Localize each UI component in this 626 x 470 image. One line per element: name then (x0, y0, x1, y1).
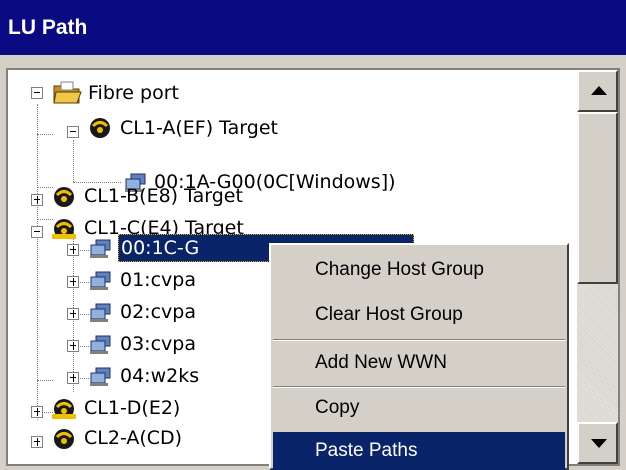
menu-item-add-new-wwn[interactable]: Add New WWN (273, 344, 565, 382)
host-group-icon (90, 367, 111, 386)
expand-toggle[interactable] (67, 244, 79, 256)
port-icon (54, 429, 74, 449)
context-menu: Change Host Group Clear Host Group Add N… (269, 243, 569, 470)
tree-line (37, 104, 38, 420)
tree-node-host-group[interactable]: 01:cvpa (120, 267, 196, 293)
port-icon (52, 399, 76, 419)
tree-node-host-group[interactable]: 03:cvpa (120, 331, 196, 357)
tree-node-host-group[interactable]: 04:w2ks (120, 363, 199, 389)
menu-item-clear-host-group[interactable]: Clear Host Group (273, 296, 565, 334)
menu-separator (273, 386, 565, 388)
tree-node-host-group[interactable]: 02:cvpa (120, 299, 196, 325)
host-group-icon (90, 335, 111, 354)
vertical-scrollbar[interactable] (577, 70, 618, 464)
menu-separator (273, 339, 565, 341)
collapse-toggle[interactable] (31, 87, 43, 99)
scroll-up-button[interactable] (577, 70, 618, 112)
port-icon (52, 219, 76, 239)
expand-toggle[interactable] (31, 406, 43, 418)
collapse-toggle[interactable] (31, 226, 43, 238)
tree-line (37, 380, 53, 381)
scroll-thumb[interactable] (577, 112, 618, 284)
menu-item-change-host-group[interactable]: Change Host Group (273, 251, 565, 289)
scroll-down-button[interactable] (577, 422, 618, 464)
tree-node-port[interactable]: CL1-A(EF) Target (120, 115, 278, 141)
host-group-icon (90, 239, 111, 258)
menu-item-paste-paths[interactable]: Paste Paths (273, 432, 565, 470)
expand-toggle[interactable] (31, 194, 43, 206)
expand-toggle[interactable] (67, 276, 79, 288)
tree-node-fibre-port[interactable]: Fibre port (88, 80, 179, 106)
expand-toggle[interactable] (67, 372, 79, 384)
expand-toggle[interactable] (31, 436, 43, 448)
tree-line (37, 219, 53, 220)
port-icon (90, 118, 110, 138)
expand-toggle[interactable] (67, 308, 79, 320)
tree-node-port[interactable]: CL1-D(E2) (84, 395, 180, 421)
collapse-toggle[interactable] (67, 126, 79, 138)
window-title: LU Path (0, 0, 626, 55)
folder-icon (53, 81, 82, 104)
expand-toggle[interactable] (67, 340, 79, 352)
port-icon (54, 187, 74, 207)
arrow-up-icon (591, 86, 607, 95)
host-group-icon (90, 303, 111, 322)
tree-node-port[interactable]: CL2-A(CD) (84, 425, 182, 451)
menu-item-copy[interactable]: Copy (273, 389, 565, 427)
host-group-icon (90, 271, 111, 290)
tree-node-port[interactable]: CL1-B(E8) Target (84, 183, 243, 209)
tree-line (37, 187, 53, 188)
arrow-down-icon (591, 439, 607, 448)
tree-line (37, 134, 53, 135)
tree-line (73, 140, 74, 182)
